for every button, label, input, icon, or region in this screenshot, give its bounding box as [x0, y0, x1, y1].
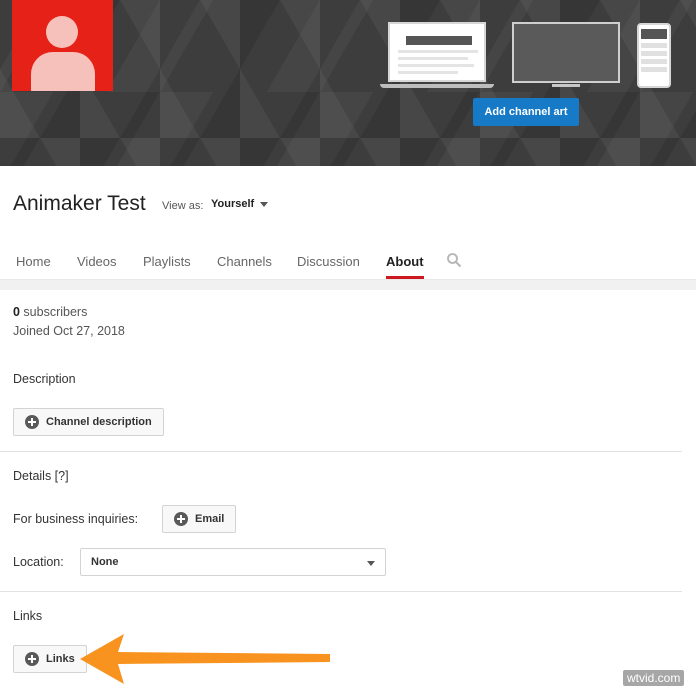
email-button[interactable]: Email [162, 505, 237, 533]
channel-description-button[interactable]: Channel description [13, 408, 164, 436]
details-heading: Details [?] [13, 469, 69, 483]
chevron-down-icon [367, 561, 375, 566]
channel-avatar[interactable] [12, 0, 113, 91]
divider [0, 451, 682, 452]
description-heading: Description [13, 372, 76, 386]
location-label: Location: [13, 555, 64, 569]
business-inquiries-label: For business inquiries: [13, 512, 139, 526]
tab-channels[interactable]: Channels [217, 254, 272, 279]
section-separator [0, 280, 696, 290]
location-value: None [91, 556, 119, 568]
add-channel-art-button[interactable]: Add channel art [473, 98, 579, 126]
joined-date: Joined Oct 27, 2018 [13, 324, 125, 338]
view-as-label: View as: [162, 200, 204, 212]
tab-home[interactable]: Home [16, 254, 51, 279]
links-button[interactable]: Links [13, 645, 87, 673]
channel-name: Animaker Test [13, 192, 146, 215]
add-circle-icon [25, 652, 39, 666]
avatar-head-shape [46, 16, 78, 48]
search-icon[interactable] [446, 252, 462, 268]
laptop-preview-icon [380, 22, 494, 88]
view-as-value: Yourself [211, 198, 255, 210]
tab-discussion[interactable]: Discussion [297, 254, 360, 279]
watermark: wtvid.com [623, 670, 685, 686]
add-circle-icon [174, 512, 188, 526]
tab-playlists[interactable]: Playlists [143, 254, 191, 279]
tv-stand-icon [552, 84, 580, 87]
view-as-dropdown[interactable]: Yourself [211, 198, 269, 210]
channel-tabs: Home Videos Playlists Channels Discussio… [0, 244, 696, 280]
subscriber-count: 0 subscribers [13, 305, 88, 319]
add-circle-icon [25, 415, 39, 429]
tab-videos[interactable]: Videos [77, 254, 117, 279]
chevron-down-icon [260, 201, 269, 207]
orange-arrow-icon [80, 634, 330, 684]
avatar-body-shape [31, 52, 95, 91]
links-heading: Links [13, 609, 43, 623]
divider [0, 591, 682, 592]
tab-about[interactable]: About [386, 254, 424, 279]
tv-preview-icon [512, 22, 620, 83]
location-select[interactable]: None [80, 548, 386, 576]
phone-preview-icon [637, 23, 671, 88]
